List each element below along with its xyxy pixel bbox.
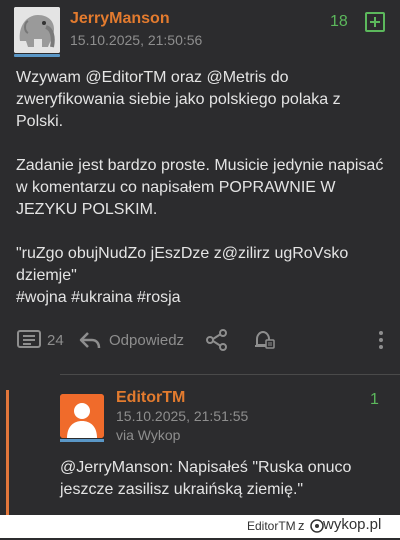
reply-body: @JerryManson: Napisałeś "Ruska onuco jes…: [60, 459, 352, 498]
post-vote-count: 18: [330, 13, 348, 30]
post-body: Wzywam @EditorTM oraz @Metris do zweryfi…: [16, 67, 386, 309]
reply-icon[interactable]: [78, 329, 102, 356]
avatar[interactable]: [14, 7, 60, 53]
post-timestamp[interactable]: 15.10.2025, 21:50:56: [70, 32, 202, 48]
plus-icon[interactable]: [365, 12, 385, 32]
post-username[interactable]: JerryManson: [70, 10, 170, 28]
footer-user: EditorTM: [247, 519, 296, 533]
reply-timestamp[interactable]: 15.10.2025, 21:51:55: [116, 408, 248, 424]
reply-rail: [6, 390, 9, 515]
reply-vote-count: 1: [370, 391, 379, 408]
share-icon[interactable]: [205, 329, 229, 356]
main-post: JerryManson 15.10.2025, 21:50:56 18 Wzyw…: [0, 0, 400, 515]
footer-z: z: [298, 518, 305, 533]
post-paragraph: Zadanie jest bardzo proste. Musicie jedy…: [16, 157, 384, 218]
reply-divider: [60, 374, 400, 375]
post-actions: 24 Odpowiedz: [0, 326, 400, 356]
comments-count[interactable]: 24: [47, 332, 64, 349]
reply-button[interactable]: Odpowiedz: [109, 332, 184, 349]
reply-username[interactable]: EditorTM: [116, 389, 185, 407]
notify-icon[interactable]: [252, 329, 276, 356]
post-tags[interactable]: #wojna #ukraina #rosja: [16, 287, 386, 309]
comments-icon[interactable]: [16, 329, 42, 356]
footer-brand: wykop.pl: [323, 516, 382, 533]
reply-via: via Wykop: [116, 427, 181, 443]
reply-avatar[interactable]: [60, 394, 104, 438]
default-avatar-icon: [60, 394, 104, 438]
elephant-avatar-icon: [14, 7, 60, 53]
footer-watermark: EditorTM z wykop.pl: [0, 515, 400, 538]
reply-avatar-underline: [60, 439, 104, 442]
post-paragraph: Wzywam @EditorTM oraz @Metris do zweryfi…: [16, 69, 341, 130]
avatar-underline: [14, 54, 60, 57]
more-icon[interactable]: [376, 329, 386, 356]
post-paragraph: "ruZgo obujNudZo jEszDze z@zilirz ugRoVs…: [16, 245, 349, 284]
